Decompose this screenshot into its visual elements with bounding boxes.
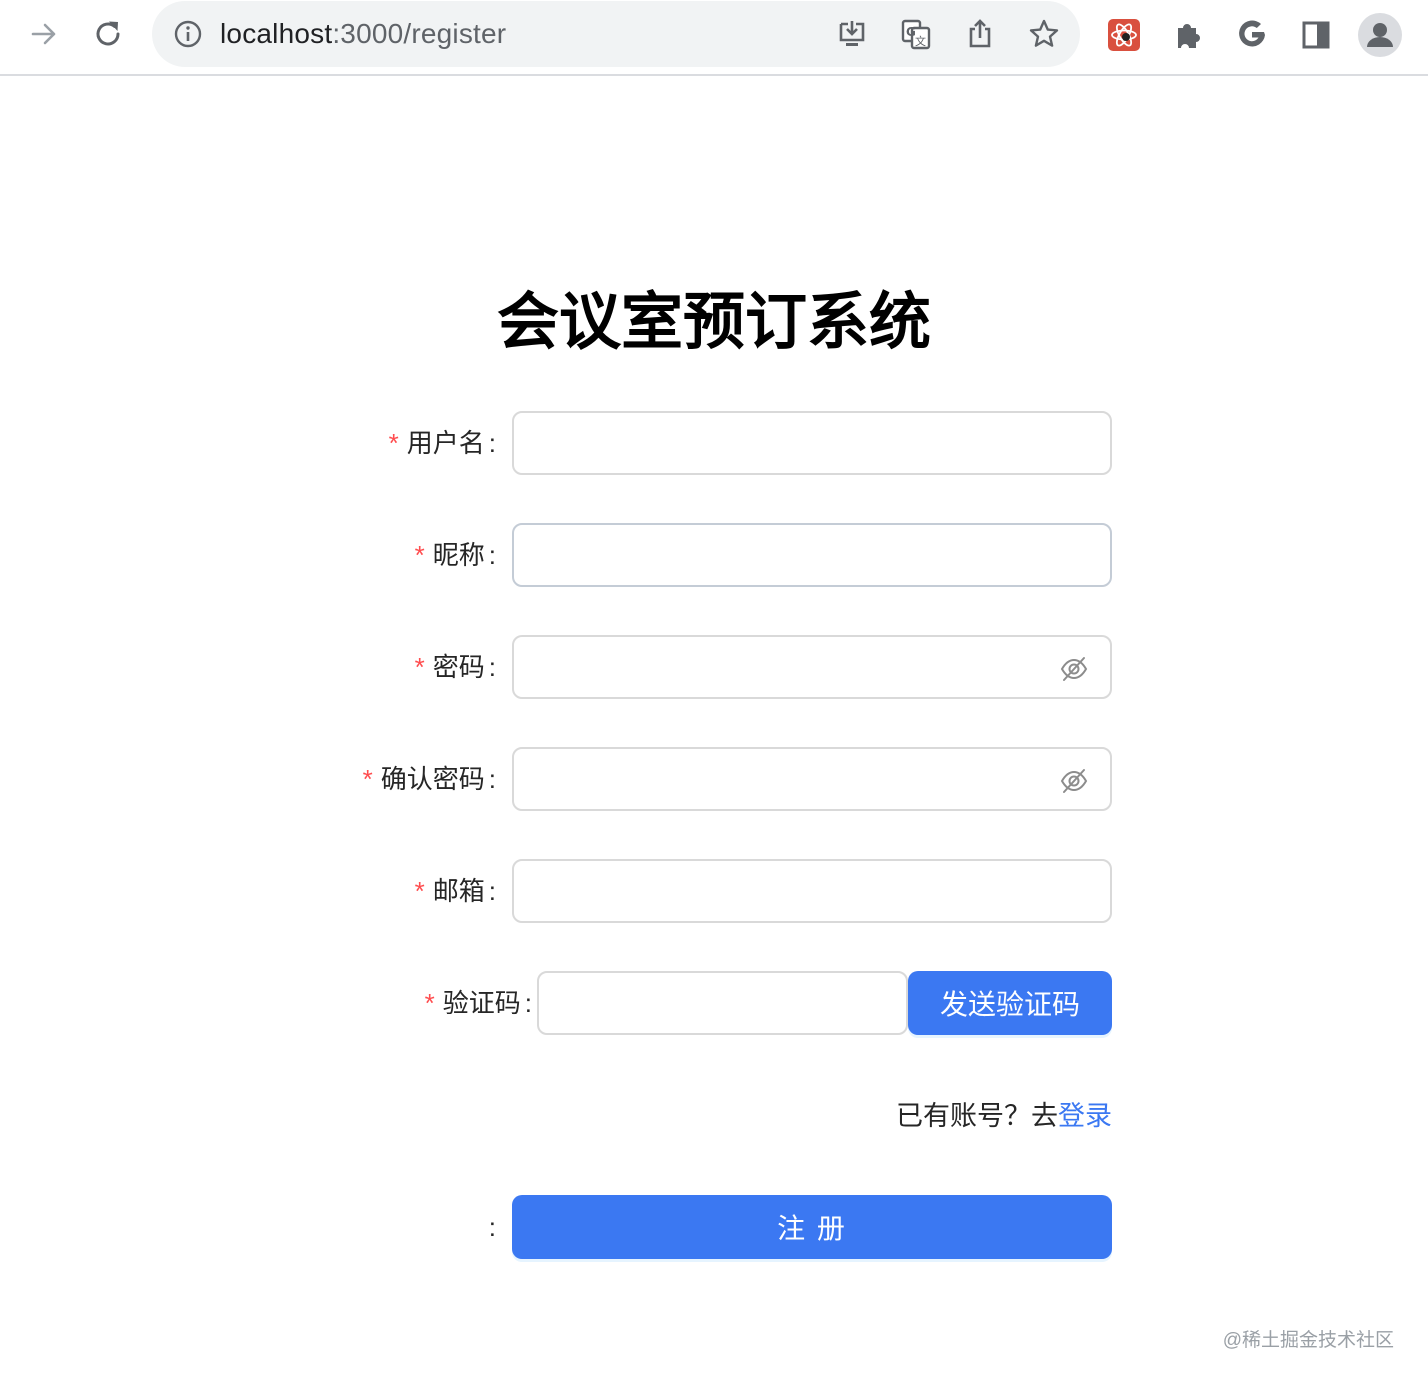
react-devtools-icon[interactable]	[1104, 15, 1144, 55]
email-label-text: 邮箱	[432, 876, 485, 906]
nickname-input[interactable]	[512, 523, 1112, 587]
profile-avatar-icon[interactable]	[1358, 13, 1402, 57]
browser-toolbar: localhost:3000/register G文	[0, 0, 1428, 76]
eye-invisible-icon[interactable]	[1060, 655, 1088, 683]
login-link[interactable]: 登录	[1058, 1101, 1112, 1131]
submit-label-colon: :	[488, 1212, 496, 1242]
site-info-icon[interactable]	[168, 14, 208, 54]
bookmark-star-icon[interactable]	[1024, 14, 1064, 54]
label-colon: :	[488, 652, 496, 682]
password-input[interactable]	[512, 635, 1112, 699]
nickname-label: * 昵称:	[415, 523, 496, 587]
page-title: 会议室预订系统	[496, 285, 931, 358]
required-mark: *	[414, 540, 425, 570]
forward-arrow-icon[interactable]	[24, 14, 64, 54]
required-mark: *	[424, 988, 435, 1018]
password-label: * 密码:	[415, 635, 496, 699]
translate-icon[interactable]: G文	[896, 14, 936, 54]
form-row-nickname: * 昵称:	[0, 523, 1428, 587]
form-row-captcha: * 验证码: 发送验证码	[0, 971, 1428, 1035]
url-text[interactable]: localhost:3000/register	[220, 15, 506, 53]
eye-invisible-icon[interactable]	[1060, 767, 1088, 795]
form-row-confirm-password: * 确认密码:	[0, 747, 1428, 811]
install-app-icon[interactable]	[832, 14, 872, 54]
captcha-input[interactable]	[537, 971, 908, 1035]
email-label: * 邮箱:	[415, 859, 496, 923]
url-path: :3000/register	[332, 18, 507, 49]
have-account-text: 已有账号？去	[896, 1101, 1058, 1131]
email-input[interactable]	[512, 859, 1112, 923]
nickname-label-text: 昵称	[432, 540, 485, 570]
share-icon[interactable]	[960, 14, 1000, 54]
password-label-text: 密码	[432, 652, 485, 682]
send-code-button[interactable]: 发送验证码	[908, 971, 1112, 1035]
required-mark: *	[414, 876, 425, 906]
label-colon: :	[488, 764, 496, 794]
register-button[interactable]: 注 册	[512, 1195, 1112, 1259]
required-mark: *	[414, 652, 425, 682]
username-input[interactable]	[512, 411, 1112, 475]
captcha-label: * 验证码:	[425, 971, 532, 1035]
form-row-email: * 邮箱:	[0, 859, 1428, 923]
label-colon: :	[488, 876, 496, 906]
login-prompt: 已有账号？去登录	[896, 1092, 1112, 1140]
reload-icon[interactable]	[88, 14, 128, 54]
svg-text:文: 文	[915, 34, 926, 48]
confirm-password-input[interactable]	[512, 747, 1112, 811]
label-colon: :	[524, 988, 532, 1018]
form-row-submit: : 注 册	[0, 1195, 1428, 1259]
confirm-password-label: * 确认密码:	[363, 747, 496, 811]
watermark: @稀土掘金技术社区	[1222, 1330, 1394, 1351]
form-row-username: * 用户名:	[0, 411, 1428, 475]
google-g-icon[interactable]	[1232, 15, 1272, 55]
required-mark: *	[388, 428, 399, 458]
username-label-text: 用户名	[406, 428, 485, 458]
required-mark: *	[362, 764, 373, 794]
confirm-password-label-text: 确认密码	[380, 764, 485, 794]
url-host: localhost	[220, 18, 333, 49]
label-colon: :	[488, 540, 496, 570]
label-colon: :	[488, 428, 496, 458]
side-panel-icon[interactable]	[1296, 15, 1336, 55]
username-label: * 用户名:	[389, 411, 496, 475]
captcha-label-text: 验证码	[442, 988, 521, 1018]
form-row-password: * 密码:	[0, 635, 1428, 699]
extensions-puzzle-icon[interactable]	[1168, 15, 1208, 55]
address-bar[interactable]: localhost:3000/register G文	[152, 1, 1080, 67]
